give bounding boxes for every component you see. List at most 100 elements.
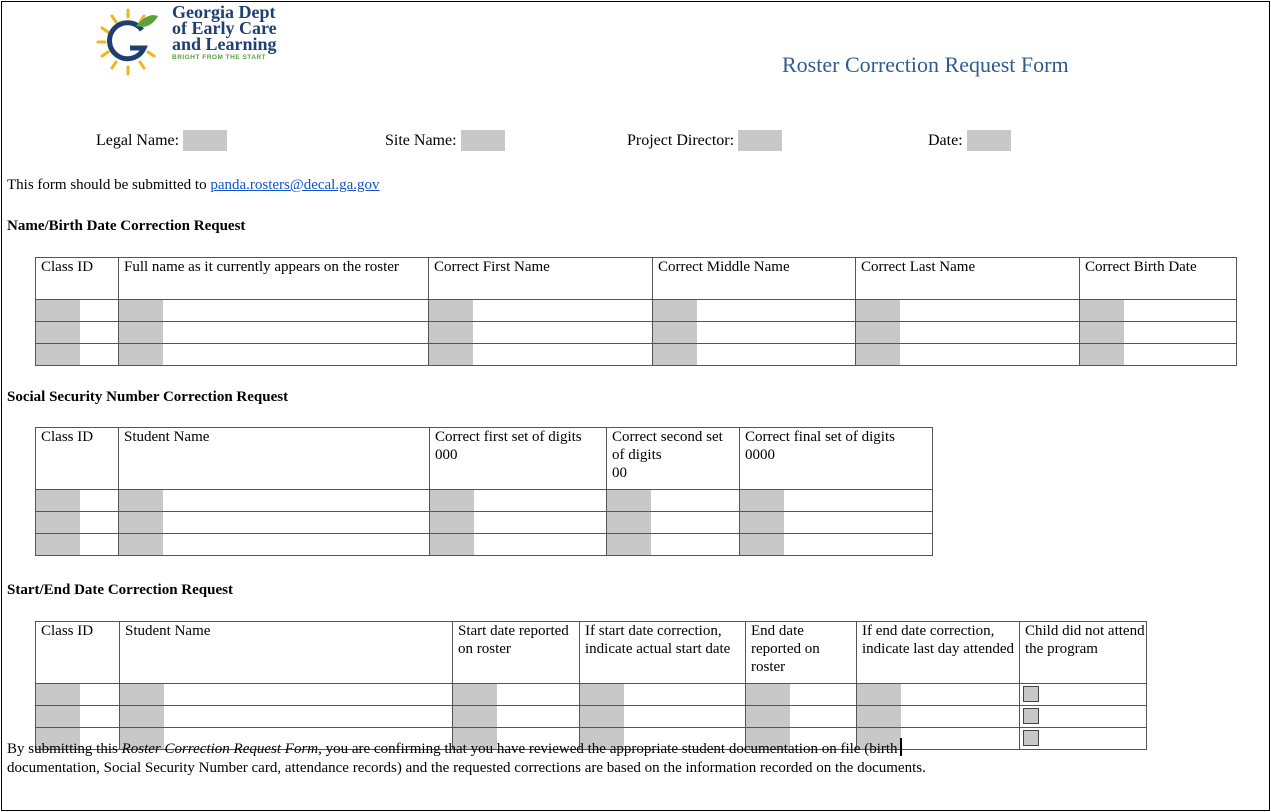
input-cell[interactable]	[579, 705, 746, 728]
form-field[interactable]	[120, 684, 164, 705]
input-cell[interactable]	[428, 343, 653, 366]
input-cell[interactable]	[1019, 705, 1147, 728]
input-cell[interactable]	[35, 683, 120, 706]
input-cell[interactable]	[652, 299, 856, 322]
input-cell[interactable]	[606, 511, 740, 534]
input-cell[interactable]	[118, 321, 429, 344]
input-cell[interactable]	[739, 489, 933, 512]
form-field[interactable]	[429, 322, 473, 343]
input-cell[interactable]	[428, 321, 653, 344]
form-field[interactable]	[740, 490, 784, 511]
did-not-attend-checkbox[interactable]	[1023, 708, 1039, 724]
form-field[interactable]	[607, 512, 651, 533]
input-cell[interactable]	[652, 321, 856, 344]
form-field[interactable]	[740, 534, 784, 555]
input-cell[interactable]	[35, 705, 120, 728]
email-link[interactable]: panda.rosters@decal.ga.gov	[210, 177, 379, 193]
input-cell[interactable]	[429, 511, 607, 534]
form-field[interactable]	[430, 512, 474, 533]
input-cell[interactable]	[118, 299, 429, 322]
form-field[interactable]	[580, 684, 624, 705]
form-field[interactable]	[856, 322, 900, 343]
form-field[interactable]	[607, 490, 651, 511]
form-field[interactable]	[740, 512, 784, 533]
input-cell[interactable]	[606, 489, 740, 512]
input-cell[interactable]	[652, 343, 856, 366]
input-cell[interactable]	[119, 705, 453, 728]
form-field[interactable]	[856, 300, 900, 321]
input-cell[interactable]	[35, 321, 119, 344]
form-field[interactable]	[580, 706, 624, 727]
input-cell[interactable]	[745, 683, 857, 706]
input-cell[interactable]	[855, 299, 1080, 322]
input-cell[interactable]	[429, 489, 607, 512]
form-field[interactable]	[36, 344, 80, 365]
input-cell[interactable]	[739, 511, 933, 534]
form-field[interactable]	[856, 344, 900, 365]
form-field[interactable]	[653, 322, 697, 343]
form-field[interactable]	[857, 706, 901, 727]
input-cell[interactable]	[452, 683, 580, 706]
form-field[interactable]	[746, 706, 790, 727]
input-cell[interactable]	[35, 343, 119, 366]
input-cell[interactable]	[1079, 299, 1237, 322]
form-field[interactable]	[36, 300, 80, 321]
input-cell[interactable]	[35, 533, 119, 556]
input-cell[interactable]	[35, 511, 119, 534]
form-field[interactable]	[857, 684, 901, 705]
input-cell[interactable]	[118, 511, 430, 534]
input-cell[interactable]	[429, 533, 607, 556]
input-cell[interactable]	[606, 533, 740, 556]
form-field[interactable]	[1080, 344, 1124, 365]
input-cell[interactable]	[118, 489, 430, 512]
input-cell[interactable]	[35, 489, 119, 512]
did-not-attend-checkbox[interactable]	[1023, 686, 1039, 702]
input-cell[interactable]	[118, 343, 429, 366]
form-field[interactable]	[120, 706, 164, 727]
form-field[interactable]	[36, 706, 80, 727]
form-field[interactable]	[653, 300, 697, 321]
input-cell[interactable]	[1079, 343, 1237, 366]
input-cell[interactable]	[1079, 321, 1237, 344]
input-cell[interactable]	[745, 705, 857, 728]
form-field[interactable]	[429, 300, 473, 321]
input-cell[interactable]	[579, 683, 746, 706]
form-field[interactable]	[119, 344, 163, 365]
input-cell[interactable]	[118, 533, 430, 556]
form-title: Roster Correction Request Form	[782, 52, 1069, 77]
form-field[interactable]	[119, 534, 163, 555]
form-field[interactable]	[119, 490, 163, 511]
form-field[interactable]	[36, 534, 80, 555]
form-field[interactable]	[453, 684, 497, 705]
input-cell[interactable]	[452, 705, 580, 728]
form-field[interactable]	[119, 322, 163, 343]
form-field[interactable]	[36, 512, 80, 533]
form-field[interactable]	[36, 684, 80, 705]
form-field[interactable]	[430, 490, 474, 511]
form-field[interactable]	[36, 490, 80, 511]
input-cell[interactable]	[119, 683, 453, 706]
form-field[interactable]	[36, 322, 80, 343]
form-field[interactable]	[653, 344, 697, 365]
site-name-field[interactable]: Site Name:	[385, 130, 505, 151]
form-field[interactable]	[429, 344, 473, 365]
input-cell[interactable]	[739, 533, 933, 556]
input-cell[interactable]	[855, 321, 1080, 344]
input-cell[interactable]	[856, 705, 1020, 728]
form-field[interactable]	[430, 534, 474, 555]
form-field[interactable]	[453, 706, 497, 727]
date-field[interactable]: Date:	[928, 130, 1011, 151]
project-director-field[interactable]: Project Director:	[627, 130, 783, 151]
input-cell[interactable]	[855, 343, 1080, 366]
input-cell[interactable]	[428, 299, 653, 322]
form-field[interactable]	[119, 300, 163, 321]
form-field[interactable]	[1080, 322, 1124, 343]
input-cell[interactable]	[856, 683, 1020, 706]
form-field[interactable]	[119, 512, 163, 533]
input-cell[interactable]	[1019, 683, 1147, 706]
legal-name-field[interactable]: Legal Name:	[96, 130, 228, 151]
form-field[interactable]	[607, 534, 651, 555]
form-field[interactable]	[1080, 300, 1124, 321]
form-field[interactable]	[746, 684, 790, 705]
input-cell[interactable]	[35, 299, 119, 322]
